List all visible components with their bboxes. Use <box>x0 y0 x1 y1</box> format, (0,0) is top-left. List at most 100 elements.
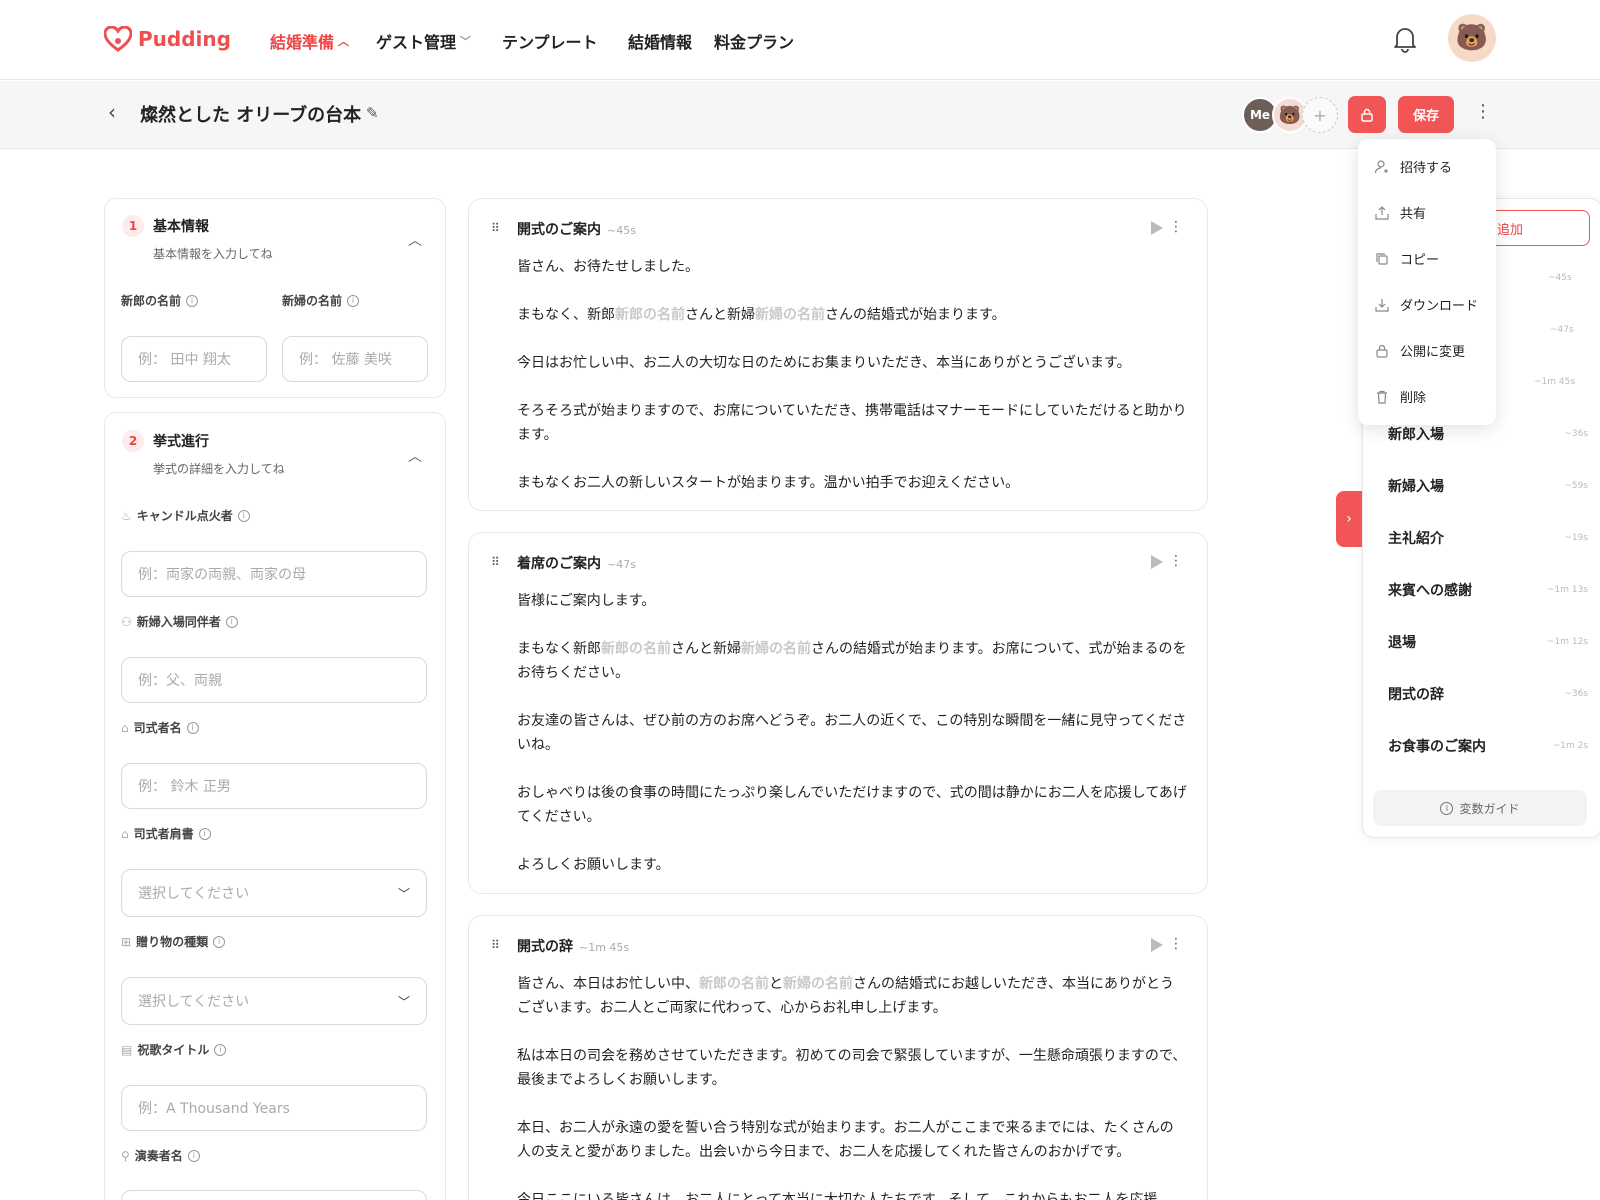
person-icon: ⚲ <box>121 1148 130 1163</box>
info-icon[interactable]: i <box>213 935 226 948</box>
performer-name-label: ⚲ 演奏者名 i <box>121 1147 200 1164</box>
menu-item-make-public[interactable]: 公開に変更 <box>1374 341 1465 360</box>
outline-item[interactable]: お食事のご案内 ~1m 2s <box>1388 736 1588 756</box>
script-paragraph: まもなく新郎新郎の名前さんと新婦新婦の名前さんの結婚式が始まります。お席について… <box>517 637 1187 685</box>
collapse-chevron-icon[interactable]: ︿ <box>408 446 422 466</box>
label-text: 新婦の名前 <box>282 294 343 308</box>
script-body[interactable]: 皆さん、お待たせしました。 まもなく、新郎新郎の名前さんと新婦新婦の名前さんの結… <box>517 255 1187 519</box>
info-icon[interactable]: i <box>347 294 360 307</box>
chapel-icon: ⌂ <box>121 720 129 735</box>
more-vertical-icon[interactable]: ⋮ <box>1169 553 1183 569</box>
candle-lighter-input[interactable]: 例：両家の両親、両家の母 <box>121 551 427 597</box>
nav-label: 結婚情報 <box>628 33 693 52</box>
nav-item-wedding-info[interactable]: 結婚情報 <box>628 29 692 53</box>
brand-logo[interactable]: Pudding <box>104 26 231 52</box>
brand-name: Pudding <box>138 27 231 51</box>
play-icon[interactable] <box>1151 938 1163 952</box>
officiant-name-input[interactable]: 例： 鈴木 正男 <box>121 763 427 809</box>
gift-type-label: ⊞ 贈り物の種類 i <box>121 933 226 950</box>
nav-item-guest[interactable]: ゲスト管理 ﹀ <box>376 29 471 53</box>
add-collaborator-button[interactable]: + <box>1302 97 1338 133</box>
script-card: ⠿ 開式のご案内 ~45s ⋮ 皆さん、お待たせしました。 まもなく、新郎新郎の名… <box>468 198 1208 511</box>
outline-item[interactable]: 来賓への感謝 ~1m 13s <box>1388 580 1588 600</box>
variable-guide-button[interactable]: i 変数ガイド <box>1373 790 1587 826</box>
menu-label: コピー <box>1400 253 1440 268</box>
heart-logo-icon <box>104 26 132 52</box>
info-icon: i <box>1440 801 1454 815</box>
outline-label: お食事のご案内 <box>1388 739 1486 755</box>
outline-label: 閉式の辞 <box>1388 687 1444 703</box>
user-avatar[interactable]: 🐻 <box>1448 14 1496 62</box>
menu-label: 削除 <box>1400 391 1427 406</box>
script-body[interactable]: 皆様にご案内します。 まもなく新郎新郎の名前さんと新婦新婦の名前さんの結婚式が始… <box>517 589 1187 901</box>
drag-handle-icon[interactable]: ⠿ <box>491 222 500 234</box>
info-icon[interactable]: i <box>225 615 238 628</box>
bride-escort-input[interactable]: 例：父、両親 <box>121 657 427 703</box>
outline-item[interactable]: 新婦入場 ~59s <box>1388 476 1588 496</box>
groom-name-input[interactable]: 例： 田中 翔太 <box>121 336 267 382</box>
trash-icon <box>1377 390 1387 404</box>
outline-item[interactable]: 新郎入場 ~36s <box>1388 424 1588 444</box>
nav-item-wedding-prep[interactable]: 結婚準備 ︿ <box>270 29 349 53</box>
outline-duration: ~19s <box>1564 533 1588 543</box>
play-icon[interactable] <box>1151 555 1163 569</box>
pencil-icon[interactable]: ✎ <box>366 104 379 122</box>
outline-duration: ~59s <box>1564 481 1588 491</box>
outline-item[interactable]: 主礼紹介 ~19s <box>1388 528 1588 548</box>
bell-icon[interactable] <box>1392 25 1418 53</box>
script-paragraph: 今日ここにいる皆さんは、お二人にとって本当に大切な人たちです。そして、これからも… <box>517 1192 1158 1200</box>
menu-label: 招待する <box>1400 161 1453 176</box>
outline-label: 新郎入場 <box>1388 427 1444 443</box>
outline-item[interactable]: 閉式の辞 ~36s <box>1388 684 1588 704</box>
info-icon[interactable]: i <box>198 827 211 840</box>
more-vertical-icon[interactable]: ⋮ <box>1169 219 1183 235</box>
nav-item-template[interactable]: テンプレート <box>502 29 598 53</box>
nav-item-pricing[interactable]: 料金プラン <box>714 29 794 53</box>
menu-item-share[interactable]: 共有 <box>1374 203 1426 222</box>
officiant-title-select[interactable]: 選択してください ﹀ <box>121 869 427 917</box>
nav-label: 料金プラン <box>714 33 795 52</box>
text: まもなく、新郎 <box>517 307 615 323</box>
chevron-down-icon: ﹀ <box>397 994 410 1009</box>
outline-label: 退場 <box>1388 635 1416 651</box>
menu-item-delete[interactable]: 削除 <box>1374 387 1426 406</box>
officiant-title-label: ⌂ 司式者肩書 i <box>121 825 211 842</box>
menu-item-copy[interactable]: コピー <box>1374 249 1439 268</box>
more-vertical-icon[interactable]: ⋮ <box>1474 103 1492 121</box>
share-icon <box>1375 205 1389 220</box>
chevron-down-icon: ﹀ <box>460 35 472 48</box>
script-paragraph: まもなくお二人の新しいスタートが始まります。温かい拍手でお迎えください。 <box>517 475 1020 491</box>
back-arrow-icon[interactable]: ‹ <box>108 100 116 124</box>
play-icon[interactable] <box>1151 221 1163 235</box>
text: さんの結婚式が始まります。 <box>825 307 1006 323</box>
groom-variable: 新郎の名前 <box>615 307 685 323</box>
menu-item-invite[interactable]: 招待する <box>1374 157 1452 176</box>
label-text: 新婦入場同伴者 <box>136 615 221 629</box>
script-body[interactable]: 皆さん、本日はお忙しい中、新郎の名前と新婦の名前さんの結婚式にお越しいただき、本… <box>517 972 1187 1200</box>
collapse-chevron-icon[interactable]: ︿ <box>408 230 422 250</box>
more-vertical-icon[interactable]: ⋮ <box>1169 936 1183 952</box>
performer-name-input[interactable] <box>121 1190 427 1200</box>
drag-handle-icon[interactable]: ⠿ <box>491 556 500 568</box>
info-icon[interactable]: i <box>214 1043 227 1056</box>
outline-item[interactable]: 退場 ~1m 12s <box>1388 632 1588 652</box>
document-title[interactable]: 燦然とした オリーブの台本 <box>140 101 361 127</box>
info-icon[interactable]: i <box>187 1149 200 1162</box>
song-title-input[interactable]: 例：A Thousand Years <box>121 1085 427 1131</box>
menu-item-download[interactable]: ダウンロード <box>1374 295 1478 314</box>
menu-label: 公開に変更 <box>1400 345 1466 360</box>
bride-name-input[interactable]: 例： 佐藤 美咲 <box>282 336 428 382</box>
info-icon[interactable]: i <box>237 509 250 522</box>
panel-toggle-chevron-icon[interactable]: › <box>1336 491 1362 547</box>
placeholder: 例： 鈴木 正男 <box>138 779 231 795</box>
script-title: 開式のご案内 <box>517 222 601 238</box>
info-icon[interactable]: i <box>186 294 199 307</box>
save-button[interactable]: 保存 <box>1398 96 1454 133</box>
lock-button[interactable] <box>1348 96 1386 133</box>
outline-duration: ~47s <box>1550 325 1574 335</box>
drag-handle-icon[interactable]: ⠿ <box>491 939 500 951</box>
placeholder: 選択してください <box>138 994 250 1010</box>
gift-type-select[interactable]: 選択してください ﹀ <box>121 977 427 1025</box>
section-title: 基本情報 <box>153 219 209 235</box>
info-icon[interactable]: i <box>186 721 199 734</box>
